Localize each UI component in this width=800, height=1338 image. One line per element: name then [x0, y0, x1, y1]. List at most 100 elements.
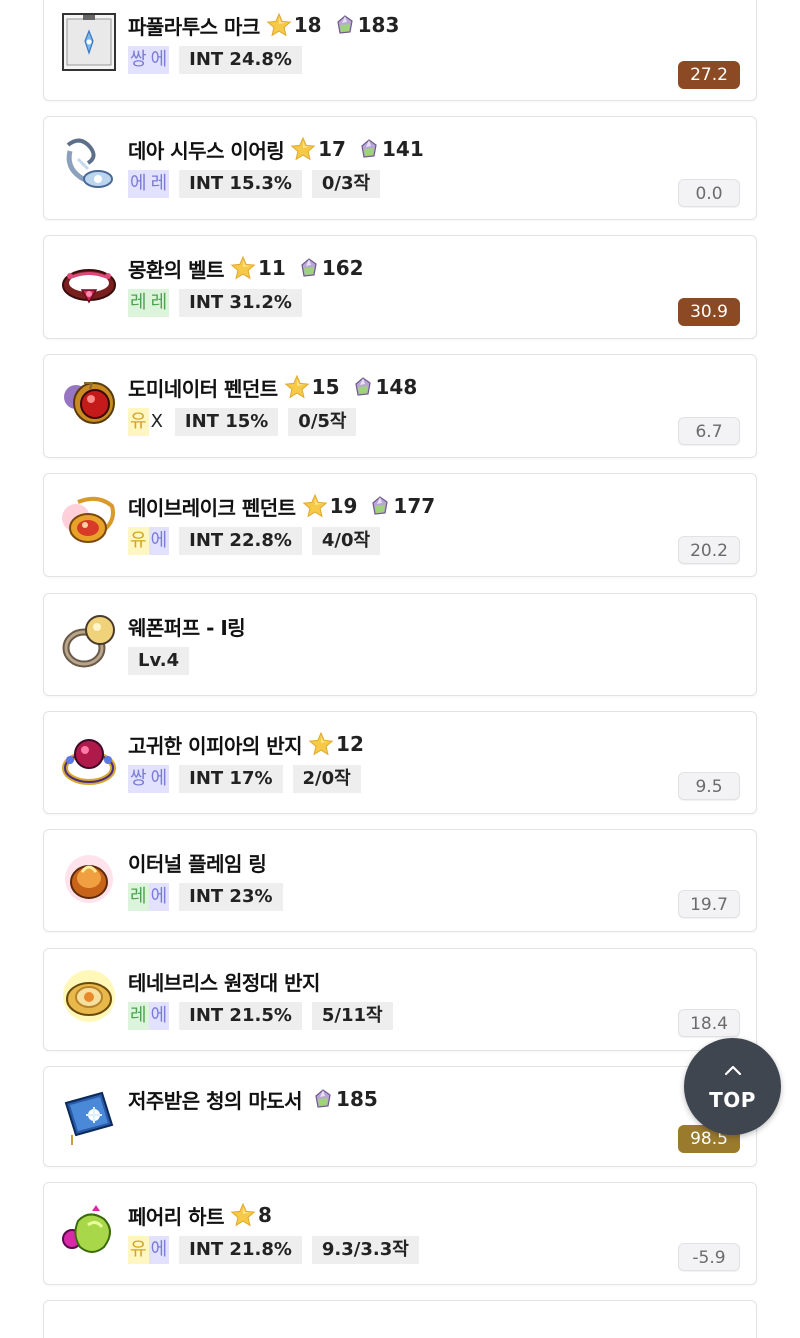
potential-grade: 레에	[128, 883, 170, 911]
potential-grade-char: 레	[128, 1002, 149, 1030]
item-name: 파풀라투스 마크	[128, 14, 260, 39]
item-name: 저주받은 청의 마도서	[128, 1088, 303, 1113]
star-force-count: 11	[257, 256, 286, 280]
item-name: 고귀한 이피아의 반지	[128, 733, 303, 758]
dominator-pendant-icon	[58, 373, 120, 435]
item-card[interactable]: 데아 시두스 이어링 17 141 에 레 INT 15.3% 0/3작 0.0	[43, 116, 757, 220]
noble-ifia-ring-icon	[58, 730, 120, 792]
stat-tag: INT 24.8%	[179, 46, 302, 74]
potential-grade: 레레	[128, 289, 170, 317]
stat-tag: Lv.4	[128, 647, 190, 675]
potential-grade: 유에	[128, 527, 170, 555]
score-badge: 9.5	[678, 772, 740, 800]
item-name: 웨폰퍼프 - I링	[128, 615, 246, 640]
cursed-spellbook-icon	[58, 1085, 120, 1147]
score-badge: 30.9	[678, 298, 740, 326]
potential-grade-char: 레	[148, 289, 170, 317]
fairy-heart-icon	[58, 1201, 120, 1263]
dea-sidus-earring-icon	[58, 133, 120, 195]
stat-tag: INT 21.5%	[179, 1002, 302, 1030]
item-card[interactable]: 이터널 플레임 링 레 에 INT 23% 19.7	[43, 829, 757, 932]
gem-icon	[298, 256, 320, 280]
item-name: 데아 시두스 이어링	[128, 138, 285, 163]
potential-grade-char: 에	[148, 883, 170, 911]
potential-grade: 쌍에	[128, 46, 170, 74]
star-force-count: 12	[336, 732, 364, 756]
item-card[interactable]: 도미네이터 펜던트 15 148 유 X INT 15% 0/5작 6.7	[43, 354, 757, 458]
potential-grade-char: 유	[128, 527, 149, 555]
stat-tag: INT 31.2%	[179, 289, 302, 317]
item-card[interactable]: 페어리 하트 8 유 에 INT 21.8% 9.3/3.3작 -5.9	[43, 1182, 757, 1285]
item-name: 이터널 플레임 링	[128, 851, 267, 876]
item-name: 도미네이터 펜던트	[128, 376, 278, 401]
item-card[interactable]: 고귀한 이피아의 반지 12 쌍 에 INT 17% 2/0작 9.5	[43, 711, 757, 814]
star-icon	[302, 493, 328, 519]
gem-icon	[334, 13, 356, 37]
paplatus-mark-icon	[58, 11, 120, 73]
stat-tag: INT 22.8%	[179, 527, 302, 555]
stat-tag: 2/0작	[292, 765, 361, 793]
top-button-label: TOP	[709, 1088, 756, 1112]
gem-level: 148	[375, 375, 418, 399]
star-force-count: 8	[257, 1203, 272, 1227]
daybreak-pendant-icon	[58, 490, 120, 552]
potential-grade-char: 에	[148, 1236, 170, 1264]
stat-tag: 4/0작	[311, 527, 381, 555]
item-card[interactable]	[43, 1300, 757, 1338]
item-card[interactable]: 몽환의 벨트 11 162 레 레 INT 31.2% 30.9	[43, 235, 757, 339]
tenebris-ring-icon	[58, 965, 120, 1027]
stat-tag: INT 15%	[174, 408, 279, 436]
star-force-count: 17	[318, 137, 346, 161]
score-badge: 27.2	[678, 61, 740, 89]
stat-tag: 9.3/3.3작	[311, 1236, 419, 1264]
score-badge: 0.0	[678, 179, 740, 207]
eternal-flame-ring-icon	[58, 848, 120, 910]
item-card[interactable]: 웨폰퍼프 - I링 Lv.4	[43, 593, 757, 696]
gem-level: 177	[393, 494, 436, 518]
potential-grade-char: 유	[128, 408, 149, 436]
weapon-puff-ring-icon	[58, 610, 120, 672]
score-badge: 6.7	[678, 417, 740, 445]
stat-tag: INT 21.8%	[179, 1236, 302, 1264]
item-card[interactable]: 파풀라투스 마크 18 183 쌍 에 INT 24.8% 27.2	[43, 0, 757, 101]
potential-grade-char: 에	[148, 765, 170, 793]
star-icon	[290, 136, 316, 162]
potential-grade-char: 에	[148, 46, 170, 74]
stat-tag: INT 17%	[179, 765, 283, 793]
stat-tag: INT 23%	[179, 883, 283, 911]
score-badge: 18.4	[678, 1009, 740, 1037]
item-card[interactable]: 테네브리스 원정대 반지레 에 INT 21.5% 5/11작 18.4	[43, 948, 757, 1051]
stat-tag: 5/11작	[311, 1002, 393, 1030]
potential-grade-char: 에	[128, 170, 149, 198]
gem-level: 183	[357, 13, 400, 37]
potential-grade-char: 유	[128, 1236, 149, 1264]
potential-grade: 레에	[128, 1002, 170, 1030]
star-force-count: 19	[329, 494, 358, 518]
dreamy-belt-icon	[58, 252, 120, 314]
potential-grade-char: 레	[148, 170, 170, 198]
potential-grade-char: 에	[148, 1002, 170, 1030]
potential-grade-char: 쌍	[128, 46, 149, 74]
item-card[interactable]: 저주받은 청의 마도서 185 98.5	[43, 1066, 757, 1167]
gem-level: 141	[381, 137, 424, 161]
potential-grade: 유X	[128, 408, 165, 436]
gem-icon	[352, 375, 374, 399]
item-name: 테네브리스 원정대 반지	[128, 970, 320, 995]
item-card[interactable]: 데이브레이크 펜던트 19 177 유 에 INT 22.8% 4/0작 20.2	[43, 473, 757, 577]
item-name: 페어리 하트	[128, 1204, 224, 1229]
star-icon	[284, 374, 310, 400]
stat-tag: INT 15.3%	[179, 170, 302, 198]
chevron-up-icon	[724, 1065, 742, 1076]
star-icon	[266, 12, 292, 38]
gem-icon	[358, 137, 380, 161]
potential-grade-char: 쌍	[128, 765, 149, 793]
partial-item-icon	[58, 1319, 120, 1338]
star-icon	[230, 255, 256, 281]
potential-grade: 유에	[128, 1236, 170, 1264]
score-badge: -5.9	[678, 1243, 740, 1271]
star-icon	[308, 731, 334, 757]
score-badge: 20.2	[678, 536, 740, 564]
potential-grade-char: 에	[148, 527, 170, 555]
potential-grade: 에레	[128, 170, 170, 198]
scroll-top-button[interactable]: TOP	[684, 1038, 781, 1135]
